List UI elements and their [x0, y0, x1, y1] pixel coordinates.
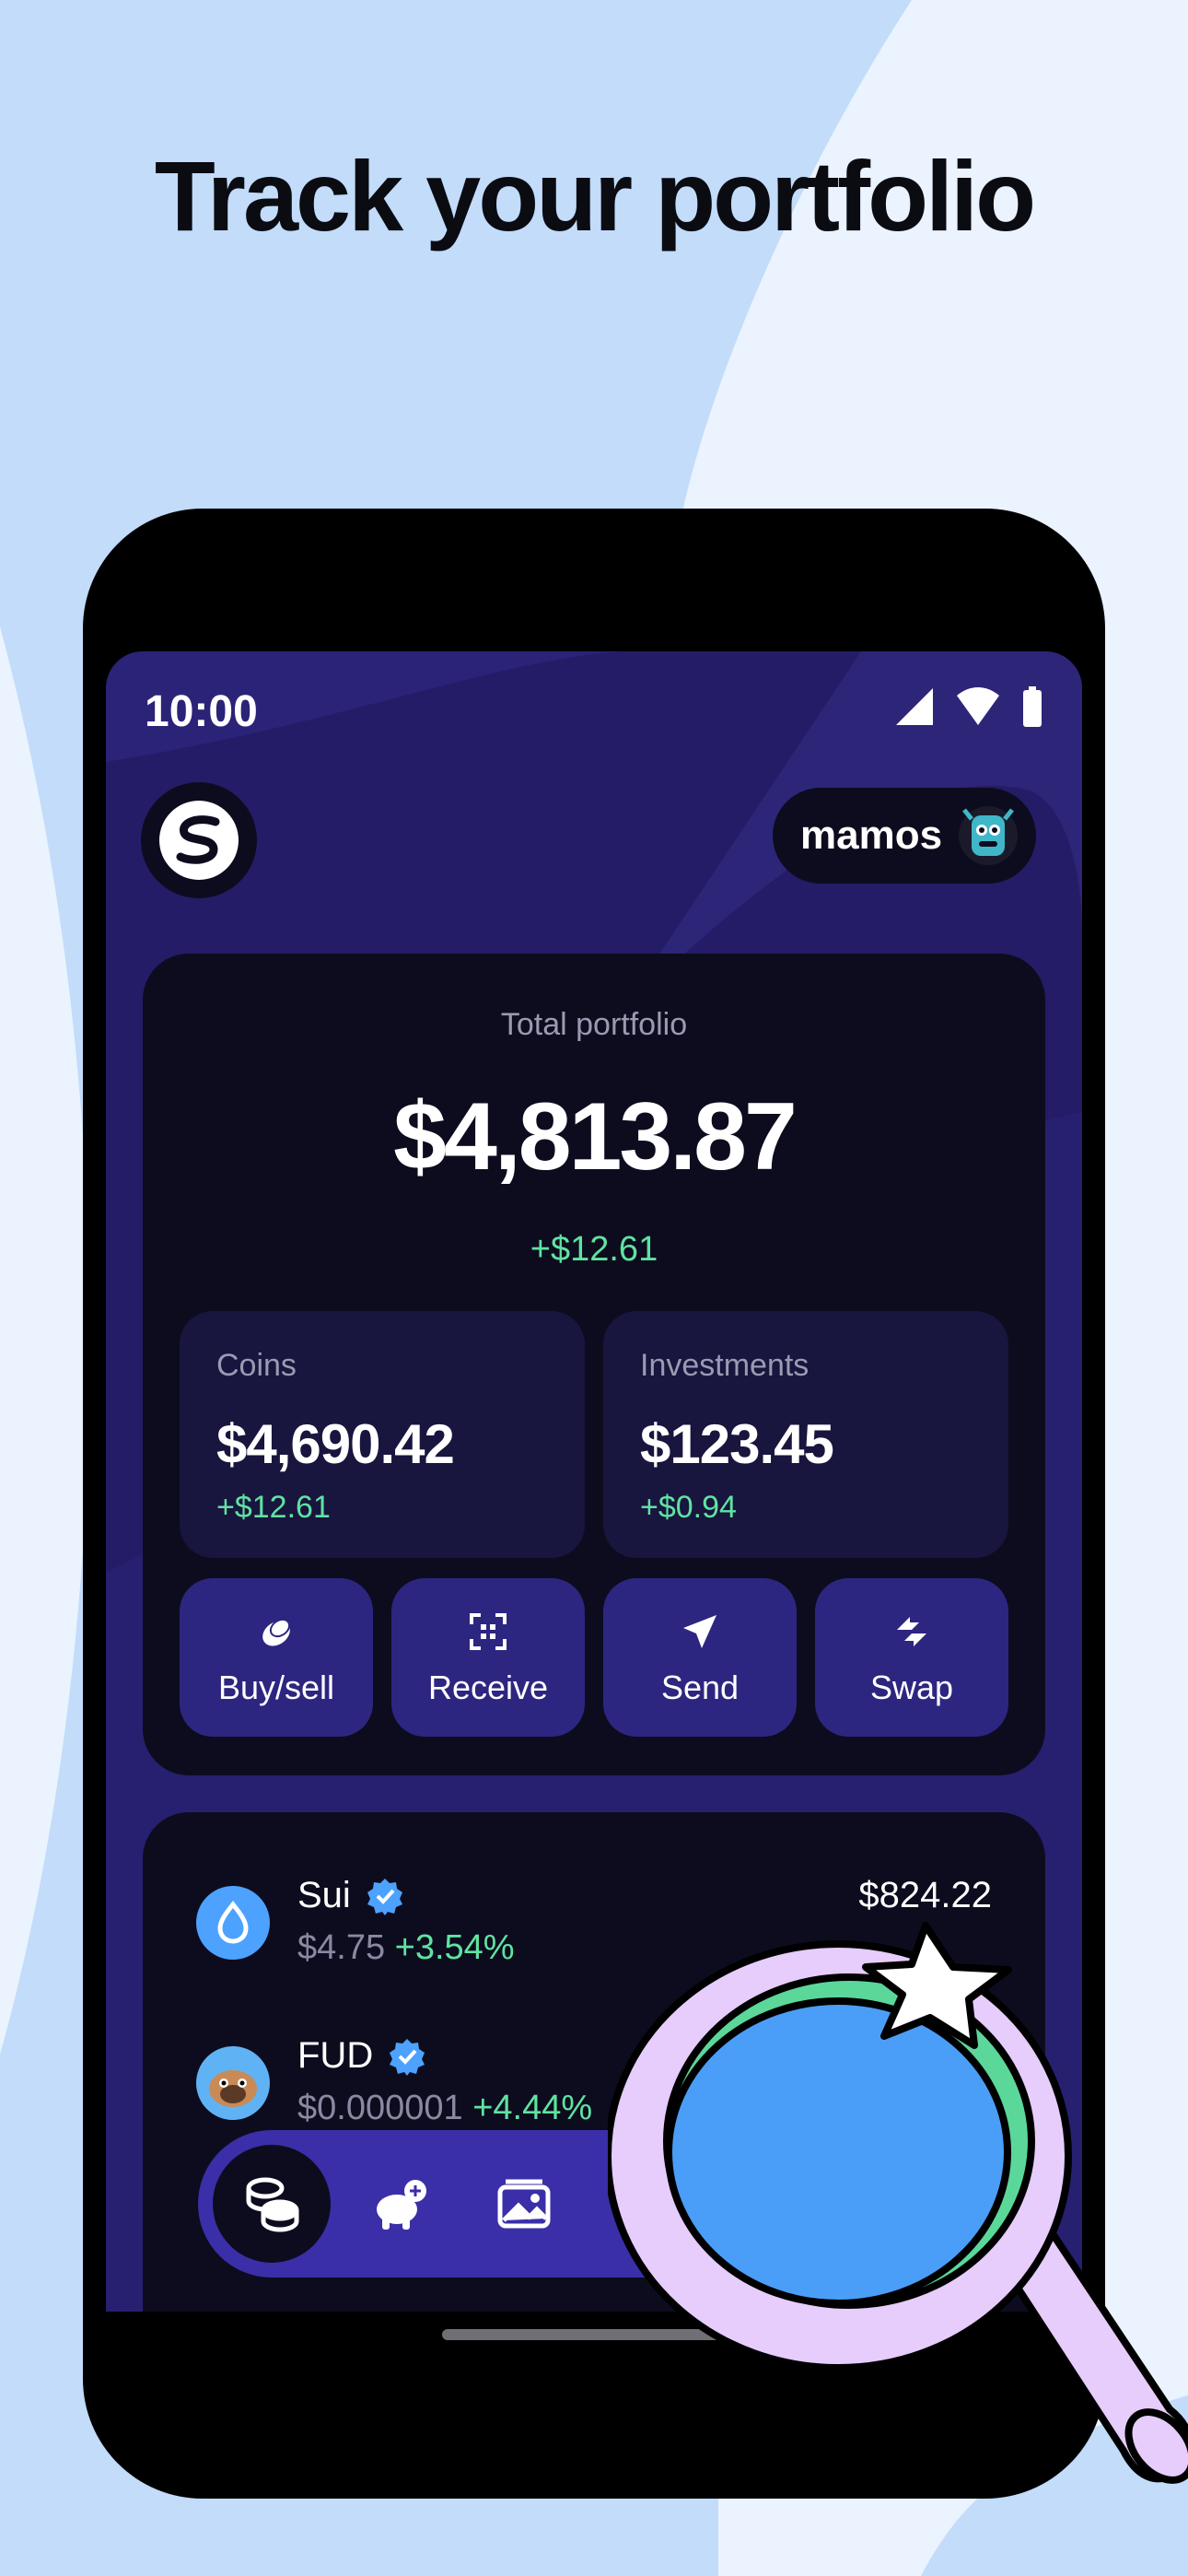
portfolio-label: Total portfolio — [500, 1007, 688, 1042]
send-button[interactable]: Send — [603, 1578, 797, 1737]
coins-summary-label: Coins — [216, 1348, 297, 1383]
investments-summary-card[interactable]: Investments $123.45 +$0.94 — [603, 1311, 1008, 1558]
account-switcher[interactable]: mamos — [773, 788, 1036, 884]
nav-gallery[interactable] — [495, 2174, 553, 2233]
wifi-icon — [957, 687, 999, 725]
coin-price: $4.75 — [297, 1928, 386, 1967]
status-bar: 10:00 — [145, 677, 1043, 742]
brand-logo-icon — [176, 815, 220, 864]
portfolio-change: +$12.61 — [530, 1230, 658, 1269]
gallery-icon — [497, 2179, 551, 2229]
coins-summary-card[interactable]: Coins $4,690.42 +$12.61 — [180, 1311, 585, 1558]
receive-button[interactable]: Receive — [391, 1578, 585, 1737]
avatar — [959, 806, 1018, 865]
coin-icon — [262, 1618, 291, 1646]
battery-icon — [1023, 686, 1042, 727]
buy-sell-label: Buy/sell — [217, 1669, 335, 1706]
verified-badge-icon — [367, 1878, 402, 1915]
investments-summary-value: $123.45 — [640, 1413, 834, 1475]
verified-badge-icon — [390, 2038, 425, 2076]
piggy-bank-icon — [377, 2180, 426, 2230]
page-headline: Track your portfolio — [154, 140, 1036, 252]
fud-pug-icon — [196, 2046, 270, 2120]
investments-summary-change: +$0.94 — [640, 1490, 737, 1525]
coins-summary-change: +$12.61 — [216, 1490, 331, 1525]
receive-label: Receive — [427, 1669, 549, 1706]
qr-code-icon — [470, 1613, 507, 1650]
portfolio-total: $4,813.87 — [393, 1083, 798, 1190]
coin-change: +3.54% — [394, 1928, 515, 1967]
username-label: mamos — [800, 813, 943, 858]
swap-arrows-icon — [897, 1617, 926, 1646]
swap-button[interactable]: Swap — [815, 1578, 1008, 1737]
coins-summary-value: $4,690.42 — [216, 1413, 455, 1475]
coin-change: +4.44% — [472, 2089, 593, 2127]
sui-droplet-icon — [196, 1886, 270, 1960]
investments-summary-label: Investments — [640, 1348, 809, 1383]
cellular-signal-icon — [896, 688, 933, 725]
avatar-monster-icon — [962, 808, 1014, 856]
nav-coins[interactable] — [213, 2145, 331, 2263]
magnifying-glass-illustration — [608, 1922, 1188, 2484]
send-label: Send — [660, 1669, 740, 1706]
coins-icon — [246, 2177, 299, 2232]
coin-name: FUD — [297, 2035, 374, 2076]
coin-name: Sui — [297, 1875, 351, 1915]
buy-sell-button[interactable]: Buy/sell — [180, 1578, 373, 1737]
paper-plane-icon — [683, 1615, 716, 1648]
status-time: 10:00 — [145, 687, 258, 736]
nav-investments[interactable] — [371, 2174, 430, 2233]
app-logo-button[interactable] — [141, 782, 257, 898]
swap-label: Swap — [869, 1669, 954, 1706]
coin-price: $0.000001 — [297, 2089, 463, 2127]
portfolio-card: Total portfolio $4,813.87 +$12.61 Coins … — [143, 954, 1045, 1775]
